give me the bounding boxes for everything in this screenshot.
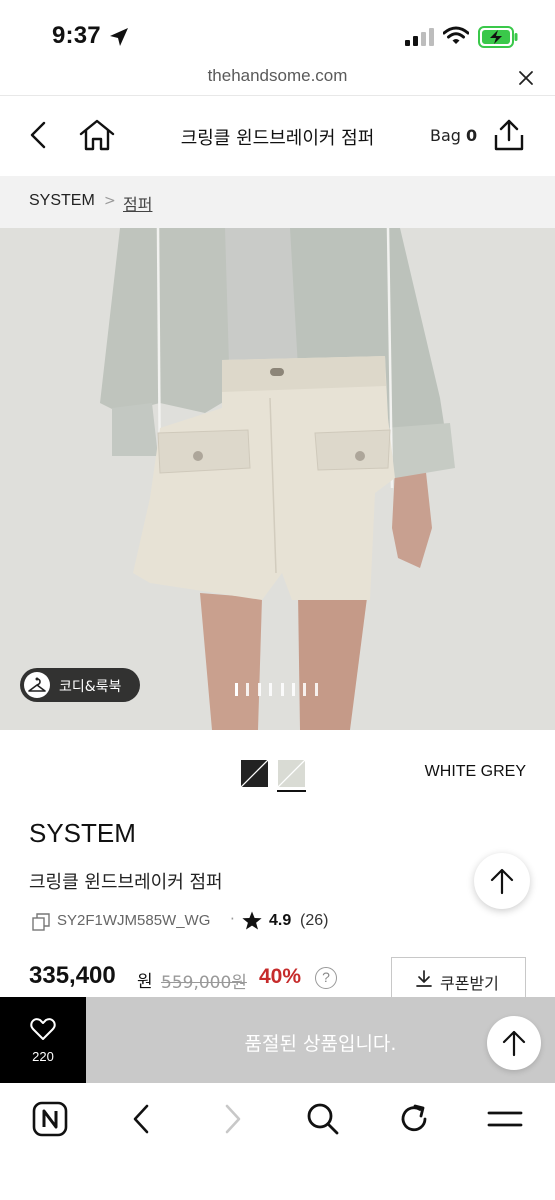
slide-dot[interactable]: [257, 683, 261, 696]
slide-dot[interactable]: [314, 683, 318, 696]
scroll-top-floating-button[interactable]: [487, 1016, 541, 1070]
browser-back-icon[interactable]: [124, 1101, 160, 1137]
product-code: SY2F1WJM585W_WG: [57, 912, 211, 929]
coupon-button[interactable]: 쿠폰받기: [391, 957, 526, 997]
status-bar: 9:37: [0, 0, 555, 62]
naver-app-icon[interactable]: [32, 1101, 68, 1137]
home-icon[interactable]: [78, 118, 116, 152]
slide-indicator: [235, 683, 325, 697]
heart-icon: [30, 1018, 56, 1040]
wishlist-count: 220: [32, 1049, 54, 1064]
page-title: 크링클 윈드브레이커 점퍼: [180, 128, 375, 149]
discount-rate: 40%: [259, 965, 302, 988]
back-arrow-icon[interactable]: [26, 120, 50, 150]
breadcrumb-category[interactable]: 점퍼: [123, 191, 152, 215]
slide-dot[interactable]: [280, 683, 284, 696]
price-help-icon[interactable]: ?: [315, 967, 337, 989]
arrow-up-icon: [502, 1030, 526, 1057]
color-swatch-black[interactable]: [241, 760, 268, 787]
product-image[interactable]: [0, 228, 555, 730]
codi-lookbook-button[interactable]: 코디&룩북: [20, 668, 140, 702]
product-photo-illustration: [0, 228, 555, 730]
soldout-bar: 품절된 상품입니다.: [86, 997, 555, 1083]
product-meta: SY2F1WJM585W_WG · 4.9 (26): [29, 910, 449, 934]
cellular-signal-icon: [405, 28, 434, 46]
breadcrumb-brand[interactable]: SYSTEM: [29, 192, 95, 210]
bag-button[interactable]: Bag 0: [430, 126, 477, 145]
breadcrumb: SYSTEM > 점퍼: [0, 176, 555, 228]
review-count[interactable]: (26): [300, 912, 328, 930]
browser-forward-icon: [225, 1104, 241, 1134]
breadcrumb-separator: >: [104, 193, 116, 209]
wishlist-button[interactable]: 220: [0, 997, 86, 1083]
arrow-up-icon: [490, 868, 514, 895]
refresh-icon[interactable]: [396, 1101, 432, 1137]
status-time: 9:37: [52, 22, 101, 49]
selected-color-name: WHITE GREY: [424, 763, 526, 780]
battery-charging-icon: [478, 26, 518, 48]
slide-dot[interactable]: [235, 683, 238, 696]
color-swatch-white-grey[interactable]: [278, 760, 305, 787]
url-text[interactable]: thehandsome.com: [0, 66, 555, 86]
product-name: 크링클 윈드브레이커 점퍼: [29, 872, 223, 893]
download-icon: [416, 970, 432, 987]
location-arrow-icon: [110, 28, 128, 46]
menu-icon[interactable]: [487, 1101, 523, 1137]
site-header: 크링클 윈드브레이커 점퍼 Bag 0: [0, 96, 555, 176]
scroll-top-button[interactable]: [474, 853, 530, 909]
price-row: 335,400 원 559,000원 40% ?: [29, 962, 374, 996]
currency-unit: 원: [137, 972, 153, 992]
wifi-icon: [443, 26, 469, 44]
copy-icon[interactable]: [32, 913, 50, 931]
browser-url-bar: thehandsome.com: [0, 62, 555, 96]
soldout-label: 품절된 상품입니다.: [244, 1033, 397, 1055]
coupon-label: 쿠폰받기: [440, 974, 499, 993]
share-icon[interactable]: [493, 118, 525, 152]
bag-count: 0: [466, 126, 478, 145]
sale-price: 335,400: [29, 962, 116, 989]
rating-value: 4.9: [269, 912, 292, 929]
meta-separator: ·: [230, 910, 235, 928]
product-brand[interactable]: SYSTEM: [29, 818, 136, 849]
slide-dot[interactable]: [269, 683, 273, 696]
selected-color-underline: [277, 790, 306, 792]
slide-dot[interactable]: [246, 683, 250, 696]
bag-label: Bag: [430, 126, 461, 145]
browser-toolbar: [0, 1083, 555, 1200]
search-icon[interactable]: [305, 1101, 341, 1137]
hanger-icon: [24, 672, 50, 698]
star-icon: [242, 911, 262, 930]
original-price: 559,000원: [161, 973, 247, 993]
slide-dot[interactable]: [303, 683, 307, 696]
codi-lookbook-label: 코디&룩북: [59, 679, 122, 695]
slide-dot[interactable]: [292, 683, 295, 696]
close-icon[interactable]: [516, 68, 536, 88]
